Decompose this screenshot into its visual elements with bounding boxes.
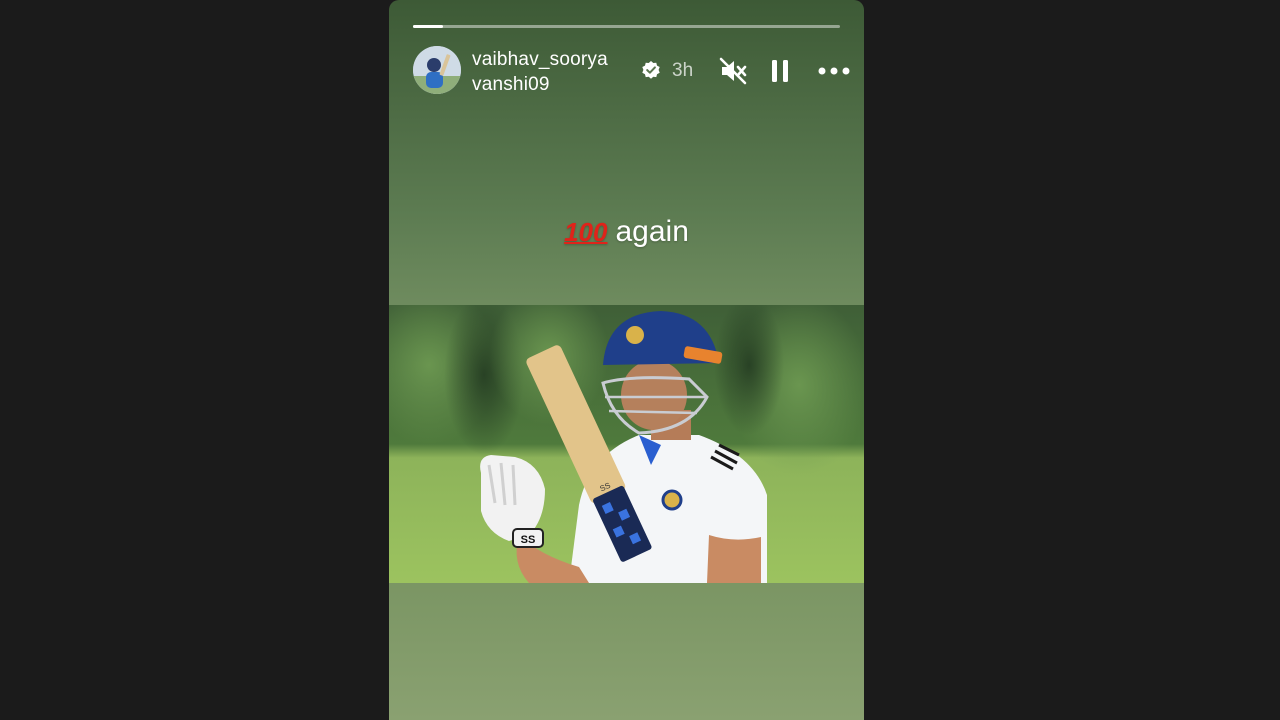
hundred-points-emoji: 100 (564, 217, 608, 247)
story-username[interactable]: vaibhav_sooryavanshi09 (472, 47, 612, 97)
story-photo: SS SS (389, 305, 864, 583)
glove-label: SS (521, 534, 536, 546)
speaker-muted-icon (719, 57, 747, 85)
pause-button[interactable] (764, 55, 796, 87)
caption-text: again (615, 215, 689, 248)
verified-badge-icon (642, 61, 660, 79)
more-options-icon (818, 67, 850, 75)
story-viewer: vaibhav_sooryavanshi09 3h 100 again SS S… (0, 0, 1280, 720)
avatar-image (413, 46, 461, 94)
more-options-button[interactable] (817, 55, 850, 87)
mute-button[interactable] (717, 55, 749, 87)
story-progress-bar (413, 25, 840, 28)
pause-icon (772, 60, 788, 82)
story-progress-fill (413, 25, 443, 28)
cricketer-photo: SS SS (389, 305, 864, 583)
story-card[interactable]: vaibhav_sooryavanshi09 3h 100 again SS S… (389, 0, 864, 720)
profile-avatar[interactable] (413, 46, 461, 94)
story-caption: 100 again (389, 212, 864, 252)
story-timestamp: 3h (672, 60, 694, 81)
story-header: vaibhav_sooryavanshi09 3h (413, 46, 850, 97)
